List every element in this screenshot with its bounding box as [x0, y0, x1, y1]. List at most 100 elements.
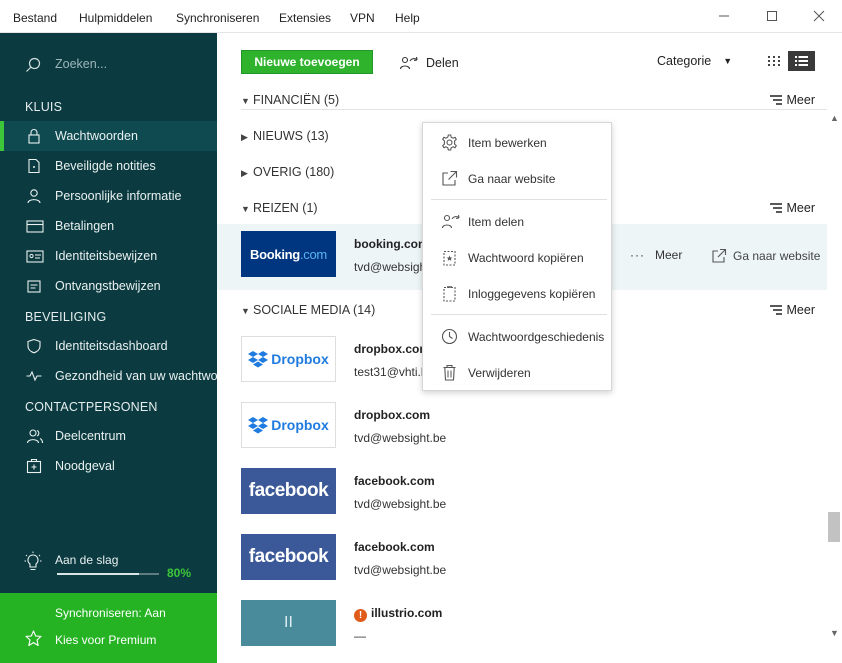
list-item[interactable]: facebook facebook.com tvd@websight.be: [217, 461, 827, 527]
category-dropdown[interactable]: Categorie ▼: [657, 54, 732, 68]
people-icon: [26, 429, 44, 444]
item-username: tvd@websight.be: [354, 431, 447, 445]
section-beveiliging: BEVEILIGING: [25, 310, 107, 324]
share-button[interactable]: Delen: [399, 53, 459, 73]
caret-right-icon: ▶: [241, 132, 248, 142]
scroll-up-icon[interactable]: ▲: [830, 113, 839, 123]
external-link-icon: [712, 248, 727, 263]
group-label: NIEUWS (13): [253, 129, 329, 143]
item-title: ! illustrio.com: [354, 606, 442, 622]
add-new-button[interactable]: Nieuwe toevoegen: [241, 50, 373, 74]
sidebar-item-gezondheid[interactable]: Gezondheid van uw wachtwoorden: [0, 361, 217, 391]
item-title: dropbox.com: [354, 408, 431, 422]
search-box[interactable]: Zoeken...: [0, 33, 217, 95]
sync-status[interactable]: Synchroniseren: Aan: [55, 606, 166, 620]
facebook-logo: facebook: [241, 534, 336, 580]
menu-vpn[interactable]: VPN: [350, 11, 375, 25]
group-financien[interactable]: ▼ FINANCIËN (5): [241, 93, 339, 107]
row-goto-website-button[interactable]: Ga naar website: [711, 248, 820, 264]
getting-started[interactable]: Aan de slag 80%: [0, 540, 217, 590]
menu-extensies[interactable]: Extensies: [279, 11, 331, 25]
share-icon: [399, 56, 418, 70]
menu-item-copy-password[interactable]: Wachtwoord kopiëren: [423, 242, 611, 272]
share-icon: [441, 214, 460, 229]
scrollbar[interactable]: ▲ ▼: [827, 110, 842, 663]
premium-link[interactable]: Kies voor Premium: [55, 633, 156, 647]
logo-text: Booking: [250, 246, 300, 262]
menu-item-password-history[interactable]: Wachtwoordgeschiedenis: [423, 321, 611, 351]
receipt-icon: [27, 280, 41, 293]
list-view-button[interactable]: [788, 51, 815, 71]
menu-item-label: Item delen: [468, 215, 525, 229]
list-item[interactable]: II ! illustrio.com —: [217, 593, 827, 659]
grid-view-button[interactable]: [762, 51, 786, 71]
meer-label: Meer: [786, 201, 815, 215]
group-meer-button[interactable]: Meer: [769, 201, 815, 215]
sidebar-item-label: Gezondheid van uw wachtwoorden: [55, 369, 217, 383]
scroll-down-icon[interactable]: ▼: [830, 628, 839, 638]
sidebar-item-beveiligde-notities[interactable]: Beveiligde notities: [0, 151, 217, 181]
scroll-thumb[interactable]: [828, 512, 840, 542]
row-more-button[interactable]: ··· Meer: [630, 248, 682, 262]
group-meer-button[interactable]: Meer: [769, 93, 815, 107]
sidebar-item-wachtwoorden[interactable]: Wachtwoorden: [0, 121, 217, 151]
sidebar-item-identiteitsbewijzen[interactable]: Identiteitsbewijzen: [0, 241, 217, 271]
sidebar-item-label: Ontvangstbewijzen: [55, 279, 161, 293]
maximize-icon: [767, 11, 777, 21]
menu-synchroniseren[interactable]: Synchroniseren: [176, 11, 259, 25]
sidebar-item-deelcentrum[interactable]: Deelcentrum: [0, 421, 217, 451]
sidebar-item-label: Persoonlijke informatie: [55, 189, 182, 203]
menu-item-copy-login[interactable]: Inloggegevens kopiëren: [423, 278, 611, 308]
menu-separator: [431, 314, 607, 315]
minimize-icon: [719, 15, 729, 17]
id-card-icon: [26, 250, 44, 263]
menu-hulpmiddelen[interactable]: Hulpmiddelen: [79, 11, 152, 25]
group-label: OVERIG (180): [253, 165, 335, 179]
section-contactpersonen: CONTACTPERSONEN: [25, 400, 158, 414]
menu-help[interactable]: Help: [395, 11, 420, 25]
group-meer-button[interactable]: Meer: [769, 303, 815, 317]
more-list-icon: [769, 305, 782, 315]
maximize-button[interactable]: [758, 6, 786, 26]
group-label: FINANCIËN (5): [253, 93, 340, 107]
pulse-icon: [26, 370, 42, 382]
menu-item-edit[interactable]: Item bewerken: [423, 127, 611, 157]
row-goto-label: Ga naar website: [733, 249, 821, 263]
group-nieuws[interactable]: ▶ NIEUWS (13): [241, 129, 329, 143]
group-sociale-media[interactable]: ▼ SOCIALE MEDIA (14): [241, 303, 375, 317]
lightbulb-icon: [24, 551, 42, 570]
sidebar-item-ontvangstbewijzen[interactable]: Ontvangstbewijzen: [0, 271, 217, 301]
illustrio-logo: II: [241, 600, 336, 646]
sidebar: Zoeken... KLUIS Wachtwoorden Beveiligde …: [0, 33, 217, 663]
list-item[interactable]: Dropbox dropbox.com tvd@websight.be: [217, 395, 827, 461]
menu-item-label: Wachtwoordgeschiedenis: [468, 330, 605, 344]
sidebar-item-identiteitsdashboard[interactable]: Identiteitsdashboard: [0, 331, 217, 361]
note-icon: [28, 158, 40, 174]
sidebar-item-betalingen[interactable]: Betalingen: [0, 211, 217, 241]
list-item[interactable]: facebook facebook.com tvd@websight.be: [217, 527, 827, 593]
booking-logo: Booking .com: [241, 231, 336, 277]
caret-down-icon: ▼: [241, 96, 250, 106]
menu-bar: Bestand Hulpmiddelen Synchroniseren Exte…: [0, 0, 842, 33]
item-title: dropbox.com: [354, 342, 431, 356]
list-icon: [795, 56, 808, 66]
menu-item-goto-website[interactable]: Ga naar website: [423, 163, 611, 193]
menu-bestand[interactable]: Bestand: [13, 11, 57, 25]
external-link-icon: [442, 170, 458, 186]
menu-item-label: Ga naar website: [468, 172, 556, 186]
sidebar-item-noodgeval[interactable]: Noodgeval: [0, 451, 217, 481]
item-title-text: illustrio.com: [371, 606, 443, 620]
caret-down-icon: ▼: [241, 204, 250, 214]
context-menu: Item bewerken Ga naar website Item delen…: [422, 122, 612, 391]
minimize-button[interactable]: [710, 6, 738, 26]
close-button[interactable]: [805, 6, 833, 26]
item-title: facebook.com: [354, 540, 435, 554]
group-overig[interactable]: ▶ OVERIG (180): [241, 165, 334, 179]
copy-login-icon: [443, 286, 456, 302]
menu-item-share[interactable]: Item delen: [423, 206, 611, 236]
item-title: facebook.com: [354, 474, 435, 488]
menu-item-delete[interactable]: Verwijderen: [423, 357, 611, 387]
sidebar-item-persoonlijke-informatie[interactable]: Persoonlijke informatie: [0, 181, 217, 211]
sidebar-item-label: Identiteitsbewijzen: [55, 249, 158, 263]
group-reizen[interactable]: ▼ REIZEN (1): [241, 201, 318, 215]
